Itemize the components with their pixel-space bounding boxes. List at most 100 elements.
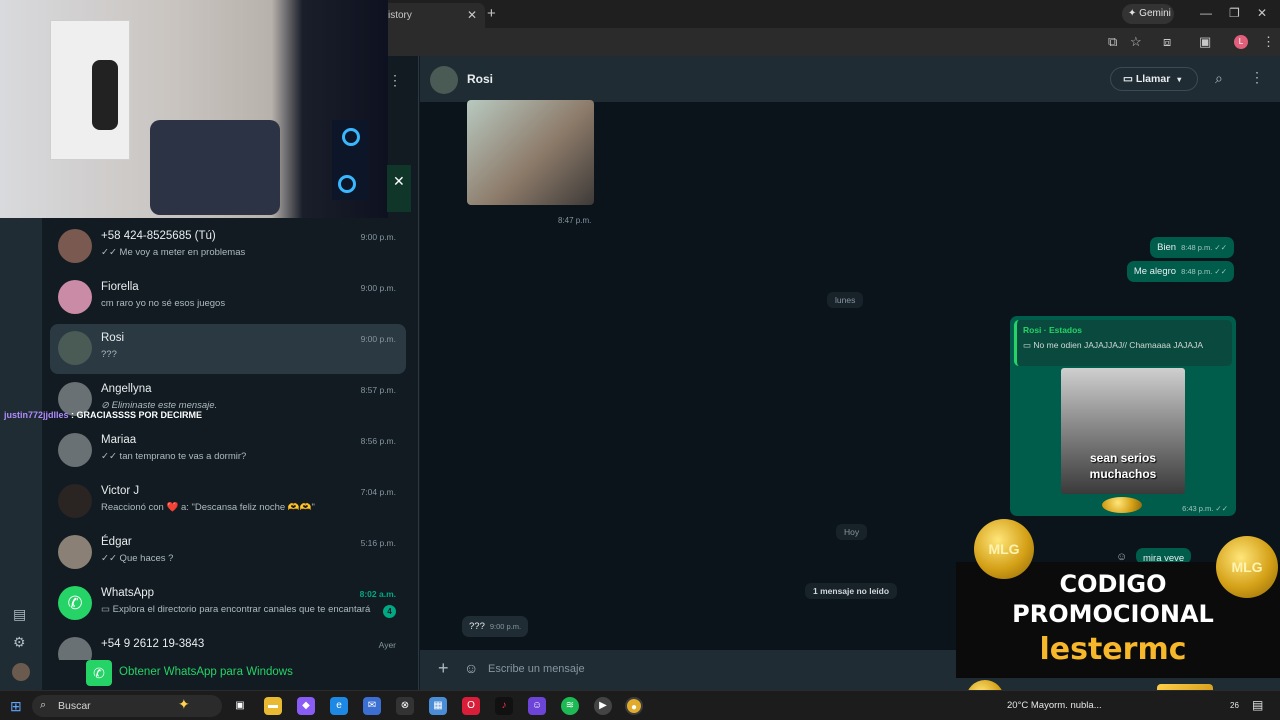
taskbar-search[interactable]: ⌕ Buscar — [32, 695, 222, 717]
avatar — [58, 484, 92, 518]
chevron-down-icon: ▾ — [1177, 75, 1182, 84]
chat-time: 8:57 p.m. — [360, 385, 396, 395]
date-separator: lunes — [827, 292, 864, 308]
minimize-icon[interactable]: — — [1200, 6, 1212, 20]
quoted-author: Rosi · Estados — [1023, 325, 1083, 335]
chat-time: 8:02 a.m. — [359, 589, 396, 599]
chat-item[interactable]: Édgar ✓✓ Que haces ? 5:16 p.m. — [50, 528, 406, 578]
opera-icon[interactable]: O — [462, 697, 480, 715]
stream-chat-text: : GRACIASSSS POR DECIRME — [71, 410, 203, 420]
chat-name: Fiorella — [101, 281, 139, 293]
chat-name: +54 9 2612 19-3843 — [101, 638, 205, 650]
weather-widget[interactable]: 20°C Mayorm. nubla... — [1007, 700, 1102, 711]
message-time: 8:48 p.m. ✓✓ — [1181, 243, 1227, 252]
list-menu-icon[interactable]: ⋮ — [388, 72, 402, 89]
profile-avatar[interactable]: L — [1234, 35, 1248, 49]
media-icon[interactable]: ▤ — [13, 606, 26, 623]
mlg-coin-logo: MLG — [1216, 536, 1278, 598]
image-message[interactable] — [467, 100, 594, 205]
xbox-icon[interactable]: ⊗ — [396, 697, 414, 715]
close-window-icon[interactable]: ✕ — [1257, 6, 1267, 20]
gemini-button[interactable]: ✦ Gemini — [1122, 4, 1174, 24]
mlg-coin-logo — [1102, 497, 1142, 513]
copilot-icon[interactable]: ◆ — [297, 697, 315, 715]
bookmark-star-icon[interactable]: ☆ — [1130, 34, 1142, 50]
reading-list-icon[interactable]: ▣ — [1199, 34, 1211, 50]
video-icon: ▭ — [1023, 340, 1034, 350]
stream-chat-message: justin772jjdlles : GRACIASSSS POR DECIRM… — [4, 410, 202, 420]
windows-start-icon[interactable]: ⊞ — [10, 698, 22, 715]
notifications-icon[interactable]: ▤ — [1252, 698, 1263, 712]
chat-name: +58 424-8525685 (Tú) — [101, 230, 216, 242]
attach-plus-icon[interactable]: + — [438, 658, 449, 679]
settings-icon[interactable]: ⚙ — [13, 634, 26, 651]
chat-name: Rosi — [101, 332, 125, 344]
browser-tab[interactable]: istory ✕ — [380, 3, 485, 28]
banner-close-icon[interactable]: ✕ — [387, 165, 411, 212]
chat-time: 9:00 p.m. — [360, 232, 396, 242]
media-player-icon[interactable]: ▶ — [594, 697, 612, 715]
store-icon[interactable]: ▦ — [429, 697, 447, 715]
edge-icon[interactable]: e — [330, 697, 348, 715]
discord-icon[interactable]: ☺ — [528, 697, 546, 715]
chat-preview: ✓✓ Que haces ? — [101, 553, 174, 564]
chat-item[interactable]: +54 9 2612 19-3843 Ayer — [50, 630, 406, 660]
avatar — [58, 229, 92, 263]
restore-icon[interactable]: ❐ — [1229, 6, 1240, 20]
avatar — [58, 280, 92, 314]
quoted-status[interactable]: Rosi · Estados ▭ No me odien JAJAJJAJ// … — [1014, 320, 1232, 366]
search-icon[interactable]: ⌕ — [1215, 70, 1223, 87]
contact-name[interactable]: Rosi — [467, 72, 493, 86]
video-call-icon: ▭ — [1123, 73, 1133, 85]
outlook-icon[interactable]: ✉ — [363, 697, 381, 715]
browser-menu-icon[interactable]: ⋮ — [1262, 34, 1275, 50]
chat-item[interactable]: ✆ WhatsApp ▭ Explora el directorio para … — [50, 579, 406, 629]
task-view-icon[interactable]: ▣ — [231, 697, 249, 715]
gemini-label: Gemini — [1139, 8, 1171, 19]
outgoing-message[interactable]: Bien 8:48 p.m. ✓✓ — [1150, 237, 1234, 258]
mlg-coin-logo: MLG — [974, 519, 1034, 579]
chat-preview: cm raro yo no sé esos juegos — [101, 298, 226, 309]
copilot-sparkle-icon[interactable]: ✦ — [178, 696, 190, 713]
install-app-icon[interactable]: ⧉ — [1108, 34, 1117, 50]
tiktok-icon[interactable]: ♪ — [495, 697, 513, 715]
new-tab-icon[interactable]: + — [487, 5, 496, 22]
unread-badge: 4 — [383, 605, 396, 618]
chat-preview: ✓✓ tan temprano te vas a dormir? — [101, 451, 247, 462]
chat-name: Mariaa — [101, 434, 137, 446]
whatsapp-logo-icon: ✆ — [86, 660, 112, 686]
tab-close-icon[interactable]: ✕ — [467, 8, 477, 22]
incoming-message[interactable]: ??? 9:00 p.m. — [462, 616, 529, 637]
extensions-icon[interactable]: ⧈ — [1163, 34, 1171, 50]
chat-item[interactable]: Victor J Reaccionó con ❤️ a: "Descansa f… — [50, 477, 406, 527]
whatsapp-logo-icon: ✆ — [58, 586, 92, 620]
chair-image — [150, 120, 280, 215]
profile-avatar[interactable] — [12, 663, 30, 681]
chat-name: WhatsApp — [101, 587, 155, 599]
call-button[interactable]: ▭ Llamar ▾ — [1110, 67, 1198, 91]
spotify-icon[interactable]: ≋ — [561, 697, 579, 715]
message-text: Me alegro — [1133, 266, 1177, 277]
outgoing-message[interactable]: Me alegro 8:48 p.m. ✓✓ — [1126, 261, 1234, 282]
chrome-icon[interactable]: ● — [625, 697, 643, 715]
message-time: 8:47 p.m. — [558, 216, 592, 225]
chat-menu-icon[interactable]: ⋮ — [1250, 69, 1264, 86]
avatar — [58, 331, 92, 365]
chat-preview: Reaccionó con ❤️ a: "Descansa feliz noch… — [101, 502, 315, 513]
promo-code: lestermc — [1039, 632, 1187, 667]
chat-item[interactable]: +58 424-8525685 (Tú) ✓✓ Me voy a meter e… — [50, 222, 406, 272]
contact-avatar[interactable] — [430, 66, 458, 94]
chat-time: 9:00 p.m. — [360, 283, 396, 293]
get-whatsapp-windows-link[interactable]: ✆ Obtener WhatsApp para Windows — [86, 660, 386, 688]
chat-preview: ??? — [101, 349, 117, 360]
sticker-icon[interactable]: ☺ — [464, 660, 478, 676]
status-image[interactable]: sean serios muchachos — [1061, 368, 1185, 494]
file-explorer-icon[interactable]: ▬ — [264, 697, 282, 715]
unread-divider: 1 mensaje no leído — [805, 583, 898, 599]
chat-item[interactable]: Rosi ??? 9:00 p.m. — [50, 324, 406, 374]
chat-item[interactable]: Fiorella cm raro yo no sé esos juegos 9:… — [50, 273, 406, 323]
clock-fragment[interactable]: 26 — [1230, 701, 1239, 710]
person-image — [92, 60, 118, 130]
chat-item[interactable]: Mariaa ✓✓ tan temprano te vas a dormir? … — [50, 426, 406, 476]
outgoing-status-reply[interactable]: Rosi · Estados ▭ No me odien JAJAJJAJ// … — [1010, 316, 1236, 516]
